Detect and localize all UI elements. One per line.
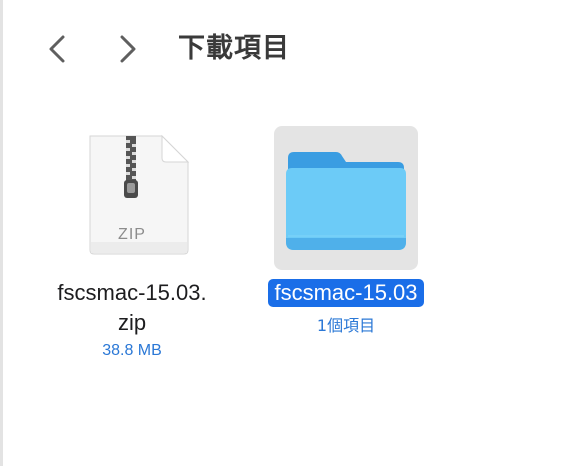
file-item-zip[interactable]: ZIP fscsmac-15.03.zip 38.8 MB	[42, 126, 222, 386]
toolbar: 下載項目	[0, 0, 578, 100]
back-button[interactable]	[40, 30, 74, 68]
file-item-folder[interactable]: fscsmac-15.03 1個項目	[256, 126, 436, 386]
chevron-right-icon	[120, 35, 136, 63]
selected-file-name[interactable]: fscsmac-15.03	[268, 279, 424, 307]
file-size: 38.8 MB	[102, 342, 162, 359]
folder-icon[interactable]	[274, 126, 418, 270]
file-name[interactable]: fscsmac-15.03.zip	[42, 278, 222, 338]
chevron-left-icon	[49, 35, 65, 63]
finder-window: 下載項目 ZIP fscsmac-15.03.zip 38.8 MB fscsm…	[0, 0, 578, 466]
zip-icon-label: ZIP	[118, 226, 146, 243]
zip-file-icon[interactable]: ZIP	[60, 126, 204, 270]
item-count: 1個項目	[316, 316, 376, 335]
window-title: 下載項目	[178, 33, 290, 64]
forward-button[interactable]	[111, 30, 145, 68]
file-name-selected[interactable]: fscsmac-15.03	[256, 278, 436, 308]
